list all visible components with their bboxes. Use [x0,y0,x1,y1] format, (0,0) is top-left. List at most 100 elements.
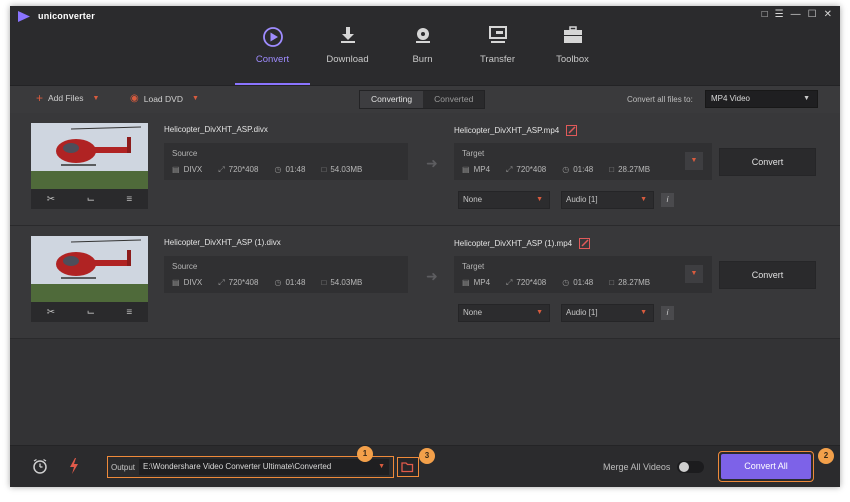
video-thumbnail[interactable]: ✂ ⌙ ≡ [31,236,148,322]
output-path-select[interactable]: E:\Wondershare Video Converter Ultimate\… [139,459,389,475]
source-format: ▤ DIVX [172,165,203,174]
thumbnail-image [31,236,148,302]
info-icon[interactable]: i [661,306,674,320]
trim-icon[interactable]: ✂ [47,194,55,205]
maximize-icon[interactable]: ☐ [808,8,817,22]
convert-button[interactable]: Convert [719,148,816,176]
output-format-value: MP4 Video [711,94,750,103]
edit-icon[interactable] [566,125,578,136]
convert-icon [262,27,283,47]
subtitle-select[interactable]: None ▼ [458,191,550,209]
download-icon [340,27,355,43]
output-path-value: E:\Wondershare Video Converter Ultimate\… [143,462,332,471]
audio-select[interactable]: Audio [1] ▼ [561,191,654,209]
minimize-icon[interactable]: — [791,8,801,22]
file-row: ✂ ⌙ ≡ Helicopter_DivXHT_ASP.divx Source … [10,113,840,226]
trim-icon[interactable]: ✂ [47,307,55,318]
effects-icon[interactable]: ≡ [126,307,132,318]
subtitle-select[interactable]: None ▼ [458,304,550,322]
tab-download-label: Download [326,54,369,65]
clock-icon: ◷ [562,165,570,174]
app-title: uniconverter [38,11,95,21]
tab-transfer[interactable]: Transfer [460,6,535,85]
target-format: ▤ MP4 [462,278,491,287]
tab-toolbox-label: Toolbox [556,54,589,65]
folder-open-icon [401,462,414,473]
chevron-down-icon[interactable]: ▼ [192,95,199,102]
chevron-down-icon: ▼ [640,196,647,203]
folder-icon: □ [609,278,615,287]
top-bar: uniconverter □ ☰ — ☐ ✕ Convert Download … [10,6,840,85]
high-speed-icon[interactable] [69,458,79,474]
target-info-panel: Target ▤ MP4 ⤢ 720*408 ◷ 01:48 □ 28.27MB [454,143,712,180]
film-icon: ▤ [172,278,180,287]
toolbar: + Add Files ▼ ◉ Load DVD ▼ Converting Co… [10,85,840,113]
folder-icon: □ [321,278,327,287]
menu-icon[interactable]: ☰ [775,8,784,22]
folder-icon: □ [609,165,615,174]
alarm-clock-icon[interactable] [32,458,48,474]
source-info-panel: Source ▤ DIVX ⤢ 720*408 ◷ 01:48 □ 54.03MB [164,256,408,293]
tab-burn[interactable]: Burn [385,6,460,85]
target-resolution: ⤢ 720*408 [506,278,547,287]
video-thumbnail[interactable]: ✂ ⌙ ≡ [31,123,148,209]
target-info-panel: Target ▤ MP4 ⤢ 720*408 ◷ 01:48 □ 28.27MB [454,256,712,293]
thumbnail-tools: ✂ ⌙ ≡ [31,189,148,209]
app-logo-icon [18,11,30,22]
target-info: ▤ MP4 ⤢ 720*408 ◷ 01:48 □ 28.27MB [462,165,650,175]
effects-icon[interactable]: ≡ [126,194,132,205]
converting-converted-toggle: Converting Converted [359,90,486,109]
target-settings-dropdown[interactable]: ▼ [685,265,703,283]
crop-icon[interactable]: ⌙ [87,194,95,205]
target-size: □ 28.27MB [609,278,651,287]
open-folder-button[interactable] [397,457,419,477]
target-settings-dropdown[interactable]: ▼ [685,152,703,170]
subtitle-value: None [463,308,483,317]
tab-convert[interactable]: Convert [235,6,310,85]
convert-all-to-label: Convert all files to: [627,95,693,104]
film-icon: ▤ [172,165,180,174]
source-duration: ◷ 01:48 [274,278,306,287]
output-format-select[interactable]: MP4 Video ▼ [705,90,818,108]
resolution-icon: ⤢ [506,278,513,287]
crop-icon[interactable]: ⌙ [87,307,95,318]
target-size: □ 28.27MB [609,165,651,174]
feedback-icon[interactable]: □ [762,8,768,22]
source-duration: ◷ 01:48 [274,165,306,174]
chevron-down-icon: ▼ [378,463,385,470]
target-file-name-row: Helicopter_DivXHT_ASP (1).mp4 [454,238,591,249]
chevron-down-icon[interactable]: ▼ [92,95,99,102]
tab-transfer-label: Transfer [479,54,516,65]
add-files-button[interactable]: + Add Files ▼ [36,91,99,105]
plus-icon: + [36,91,44,105]
edit-icon[interactable] [579,238,591,249]
info-icon[interactable]: i [661,193,674,207]
resolution-icon: ⤢ [506,165,513,174]
source-info: ▤ DIVX ⤢ 720*408 ◷ 01:48 □ 54.03MB [172,278,362,288]
app-window: uniconverter □ ☰ — ☐ ✕ Convert Download … [10,6,840,487]
thumbnail-image [31,123,148,189]
arrow-right-icon: ➜ [426,155,438,171]
source-info: ▤ DIVX ⤢ 720*408 ◷ 01:48 □ 54.03MB [172,165,362,175]
merge-toggle[interactable] [677,461,704,473]
target-duration: ◷ 01:48 [562,278,594,287]
burn-icon [415,28,430,43]
close-icon[interactable]: ✕ [824,8,832,22]
source-resolution: ⤢ 720*408 [218,278,259,287]
clock-icon: ◷ [562,278,570,287]
target-file-name: Helicopter_DivXHT_ASP (1).mp4 [454,239,573,248]
load-dvd-button[interactable]: ◉ Load DVD ▼ [130,93,199,104]
tab-converting[interactable]: Converting [360,91,424,108]
resolution-icon: ⤢ [218,165,225,174]
tab-download[interactable]: Download [310,6,385,85]
convert-button[interactable]: Convert [719,261,816,289]
convert-all-button[interactable]: Convert All [721,454,811,479]
tab-toolbox[interactable]: Toolbox [535,6,610,85]
tab-converted[interactable]: Converted [423,91,484,108]
audio-select[interactable]: Audio [1] ▼ [561,304,654,322]
audio-value: Audio [1] [566,195,598,204]
chevron-down-icon: ▼ [536,309,543,316]
helicopter-image [31,236,148,302]
source-info-panel: Source ▤ DIVX ⤢ 720*408 ◷ 01:48 □ 54.03MB [164,143,408,180]
callout-badge-1: 1 [357,446,373,462]
